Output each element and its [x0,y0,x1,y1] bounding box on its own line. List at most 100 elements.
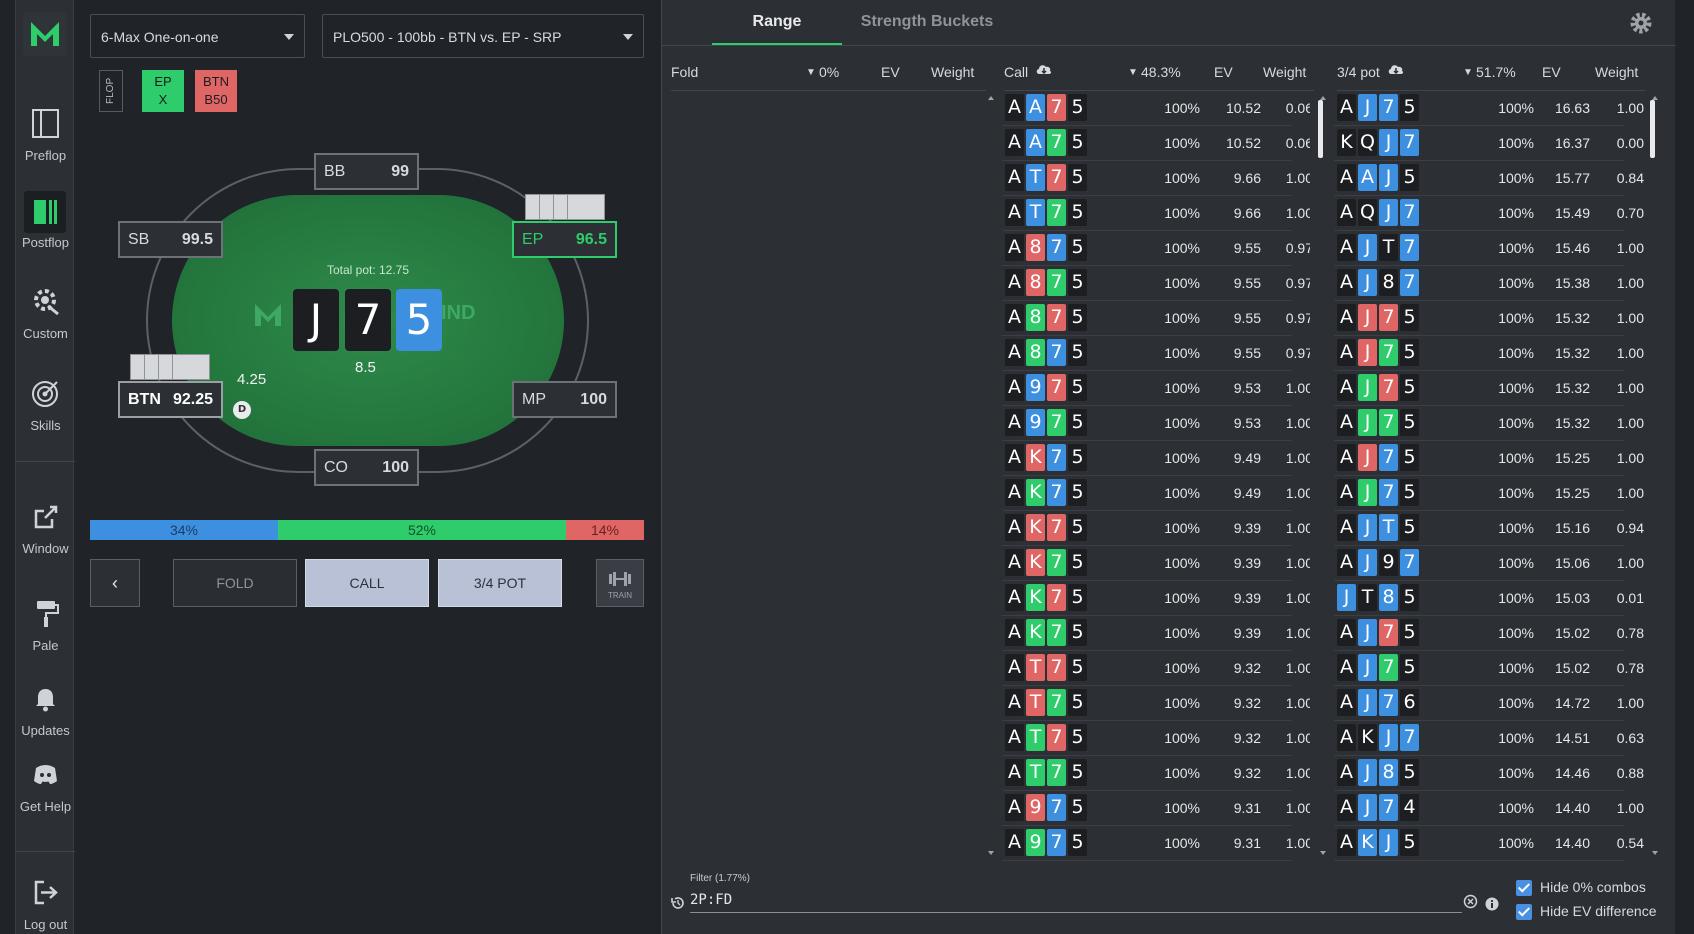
combo-row[interactable]: A A J 5 100% 15.77 0.84 [1334,161,1644,196]
column-weight[interactable]: Weight [1263,64,1306,80]
combo-row[interactable]: A T 7 5 100% 9.32 1.00 [1002,651,1310,686]
seat-bb[interactable]: BB 99 [314,153,419,190]
column-weight[interactable]: Weight [1595,64,1638,80]
combo-row[interactable]: A J 7 5 100% 15.02 0.78 [1334,651,1644,686]
combo-row[interactable]: A J 7 4 100% 14.40 1.00 [1334,791,1644,826]
tab-range[interactable]: Range [712,0,842,45]
filter-input[interactable]: 2P:FD [690,892,1450,912]
combo-row[interactable]: A T 7 5 100% 9.32 1.00 [1002,756,1310,791]
combo-row[interactable]: A J 7 5 100% 15.25 1.00 [1334,441,1644,476]
column-weight[interactable]: Weight [931,64,974,80]
combo-row[interactable]: A J 7 5 100% 15.32 1.00 [1334,336,1644,371]
combo-row[interactable]: A 9 7 5 100% 9.31 1.00 [1002,826,1310,861]
history-icon[interactable] [670,895,686,915]
combo-row[interactable]: J T 8 5 100% 15.03 0.01 [1334,581,1644,616]
combo-row[interactable]: A 8 7 5 100% 9.55 0.97 [1002,231,1310,266]
combo-row[interactable]: A 9 7 5 100% 9.53 1.00 [1002,371,1310,406]
gear-icon[interactable] [1628,10,1654,40]
combo-row[interactable]: A 9 7 5 100% 9.31 1.00 [1002,791,1310,826]
seat-ep[interactable]: EP 96.5 [512,221,617,258]
combo-row[interactable]: A A 7 5 100% 10.52 0.06 [1002,91,1310,126]
combo-row[interactable]: A T 7 5 100% 9.32 1.00 [1002,686,1310,721]
action-tag-btn[interactable]: BTN B50 [195,70,237,112]
call-combo-list[interactable]: A A 7 5 100% 10.52 0.06 A A 7 5 100% 10.52 0.06 A T 7 5 10… [1002,91,1310,861]
info-icon[interactable] [1485,896,1499,915]
combo-row[interactable]: A A 7 5 100% 10.52 0.06 [1002,126,1310,161]
combo-row[interactable]: A Q J 7 100% 15.49 0.70 [1334,196,1644,231]
sidebar-item-logout[interactable]: Log out [16,873,75,934]
tab-strength-buckets[interactable]: Strength Buckets [842,0,1012,45]
combo-row[interactable]: A J 8 5 100% 14.46 0.88 [1334,756,1644,791]
combo-row[interactable]: A T 7 5 100% 9.66 1.00 [1002,196,1310,231]
combo-row[interactable]: A J 9 7 100% 15.06 1.00 [1334,546,1644,581]
combo-row[interactable]: A J 7 5 100% 15.32 1.00 [1334,371,1644,406]
combo-row[interactable]: A K J 5 100% 14.40 0.54 [1334,826,1644,861]
combo-row[interactable]: A K 7 5 100% 9.39 1.00 [1002,616,1310,651]
cloud-download-icon[interactable] [1035,62,1053,81]
call-button[interactable]: CALL [305,559,429,607]
combo-row[interactable]: A J 7 5 100% 15.02 0.78 [1334,616,1644,651]
sidebar-item-skills[interactable]: Skills [16,374,75,454]
fold-button[interactable]: FOLD [173,559,297,607]
combo-row[interactable]: A K 7 5 100% 9.39 1.00 [1002,546,1310,581]
sort-desc-icon[interactable]: ▼ [1128,67,1138,78]
sidebar-item-get-help[interactable]: Get Help [16,755,75,835]
sort-desc-icon[interactable]: ▼ [806,67,816,78]
combo-row[interactable]: A 8 7 5 100% 9.55 0.97 [1002,266,1310,301]
column-ev[interactable]: EV [1542,64,1561,80]
combo-row[interactable]: A 8 7 5 100% 9.55 0.97 [1002,336,1310,371]
combo-row[interactable]: A J 7 5 100% 15.32 1.00 [1334,406,1644,441]
call-list-scrollbar[interactable] [1318,100,1323,158]
cloud-download-icon[interactable] [1387,62,1405,81]
clear-filter-icon[interactable] [1463,894,1478,913]
combo-row[interactable]: A 9 7 5 100% 9.53 1.00 [1002,406,1310,441]
combo-row[interactable]: A K 7 5 100% 9.49 1.00 [1002,441,1310,476]
spot-select[interactable]: PLO500 - 100bb - BTN vs. EP - SRP [322,14,644,58]
train-button[interactable]: TRAIN [596,559,644,607]
combo-row[interactable]: A J 7 5 100% 15.25 1.00 [1334,476,1644,511]
sidebar-item-postflop[interactable]: Postflop [16,191,75,271]
combo-row[interactable]: A 8 7 5 100% 9.55 0.97 [1002,301,1310,336]
sidebar-item-updates[interactable]: Updates [16,679,75,759]
combo-row[interactable]: A J 7 5 100% 15.32 1.00 [1334,301,1644,336]
combo-row[interactable]: A J 8 7 100% 15.38 1.00 [1334,266,1644,301]
seat-co[interactable]: CO 100 [314,449,419,486]
combo-row[interactable]: A T 7 5 100% 9.66 1.00 [1002,161,1310,196]
sidebar-item-custom[interactable]: Custom [16,282,75,362]
bet-button[interactable]: 3/4 POT [438,559,562,607]
combo-row[interactable]: A J 7 5 100% 16.63 1.00 [1334,91,1644,126]
scroll-down-icon[interactable] [1320,851,1326,855]
combo-row[interactable]: A J T 7 100% 15.46 1.00 [1334,231,1644,266]
sidebar-item-preflop[interactable]: Preflop [16,104,75,184]
combo-row[interactable]: A K J 7 100% 14.51 0.63 [1334,721,1644,756]
sidebar-item-window[interactable]: Window [16,497,75,577]
scroll-down-icon[interactable] [988,851,994,855]
scroll-down-icon[interactable] [1652,851,1658,855]
app-logo[interactable] [23,12,67,56]
hide-zero-checkbox[interactable] [1516,880,1532,896]
seat-btn[interactable]: BTN 92.25 [118,381,223,418]
back-button[interactable]: ‹ [90,559,140,607]
action-tag-ep[interactable]: EP X [142,70,184,112]
frequency-segment: 14% [566,520,644,540]
bet-list-scrollbar[interactable] [1650,100,1655,158]
game-type-select[interactable]: 6-Max One-on-one [90,14,305,58]
column-ev[interactable]: EV [881,64,900,80]
scroll-up-icon[interactable] [988,96,994,100]
sort-desc-icon[interactable]: ▼ [1463,67,1473,78]
combo-row[interactable]: A T 7 5 100% 9.32 1.00 [1002,721,1310,756]
combo-row[interactable]: A K 7 5 100% 9.49 1.00 [1002,476,1310,511]
combo-row[interactable]: K Q J 7 100% 16.37 0.00 [1334,126,1644,161]
combo-row[interactable]: A J 7 6 100% 14.72 1.00 [1334,686,1644,721]
bet-combo-list[interactable]: A J 7 5 100% 16.63 1.00 K Q J 7 100% 16.37 0.00 A A J 5 10… [1334,91,1644,861]
seat-mp[interactable]: MP 100 [512,381,617,418]
hide-zero-label[interactable]: Hide 0% combos [1540,879,1646,895]
sidebar-item-pale[interactable]: Pale [16,594,75,674]
combo-row[interactable]: A K 7 5 100% 9.39 1.00 [1002,511,1310,546]
combo-row[interactable]: A K 7 5 100% 9.39 1.00 [1002,581,1310,616]
combo-row[interactable]: A J T 5 100% 15.16 0.94 [1334,511,1644,546]
seat-sb[interactable]: SB 99.5 [118,221,223,258]
hide-ev-label[interactable]: Hide EV difference [1540,903,1656,919]
column-ev[interactable]: EV [1214,64,1233,80]
hide-ev-checkbox[interactable] [1516,904,1532,920]
